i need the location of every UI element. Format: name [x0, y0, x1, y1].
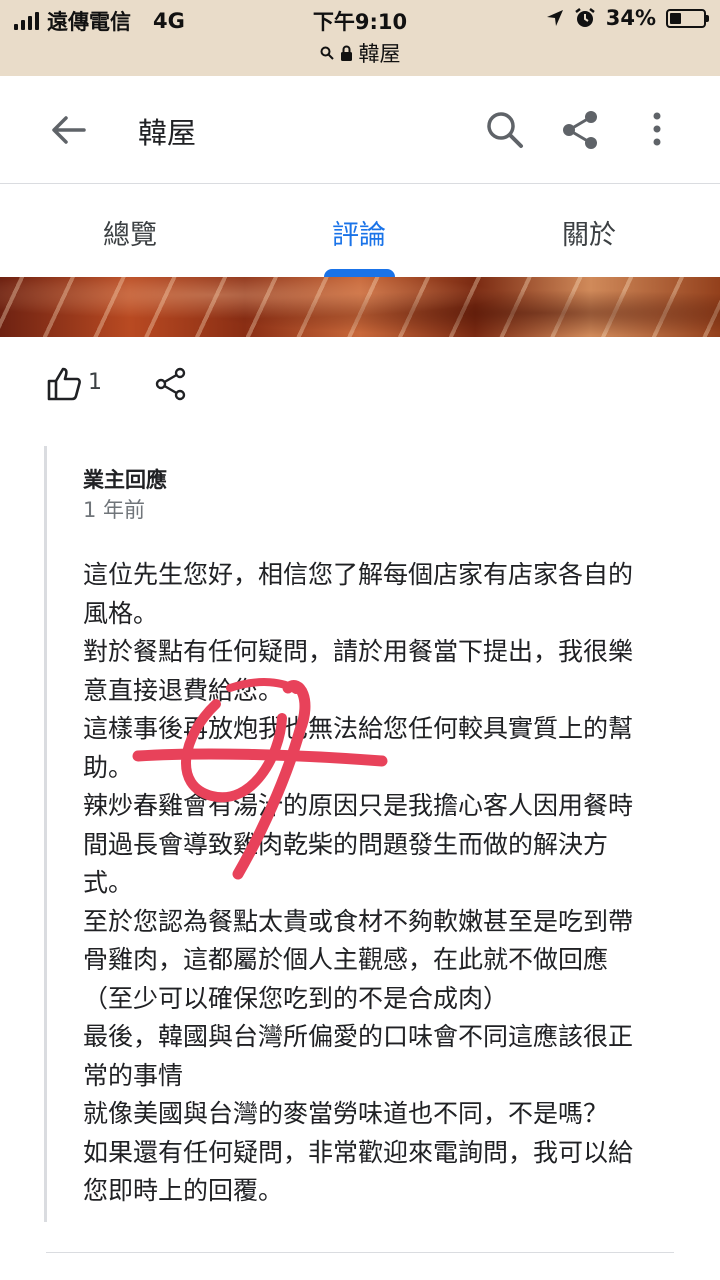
tab-overview[interactable]: 總覽	[103, 213, 157, 252]
response-line: 助。	[83, 752, 134, 782]
lock-icon	[340, 45, 352, 61]
response-line: 最後，韓國與台灣所偏愛的口味會不同這應該很正	[83, 1022, 634, 1051]
response-line: 就像美國與台灣的麥當勞味道也不同，不是嗎？	[83, 1099, 609, 1128]
response-line: 骨雞肉，這都屬於個人主觀感，在此就不做回應	[83, 945, 609, 974]
divider	[46, 1252, 674, 1253]
location-icon	[546, 10, 563, 26]
owner-response-text: 這位先生您好，相信您了解每個店家有店家各自的 風格。 對於餐點有任何疑問，請於用…	[83, 556, 683, 1211]
review-photo[interactable]	[0, 277, 720, 337]
alarm-icon	[574, 8, 595, 27]
response-line: 這位先生您好，相信您了解每個店家有店家各自的	[83, 560, 634, 589]
like-count: 1	[88, 370, 102, 395]
response-line: 辣炒春雞會有湯汁的原因只是我擔心客人因用餐時	[83, 791, 634, 820]
tab-about[interactable]: 關於	[562, 213, 616, 252]
status-bar: 遠傳電信 4G 下午9:10 34% 韓屋	[0, 0, 720, 76]
owner-response-time: 1 年前	[83, 498, 146, 522]
response-line: 至於您認為餐點太貴或食材不夠軟嫩甚至是吃到帶	[83, 906, 634, 936]
owner-response-heading: 業主回應	[83, 468, 167, 492]
tab-reviews[interactable]: 評論	[332, 213, 386, 252]
response-line: 間過長會導致雞肉乾柴的問題發生而做的解決方	[83, 829, 609, 859]
response-line: 式。	[83, 868, 134, 897]
page-title: 韓屋	[138, 116, 197, 150]
url-bar[interactable]: 韓屋	[0, 38, 720, 68]
active-tab-indicator	[324, 269, 395, 277]
share-icon[interactable]	[559, 108, 603, 152]
response-line: 您即時上的回覆。	[83, 1176, 284, 1205]
response-line: 對於餐點有任何疑問，請於用餐當下提出，我很樂	[83, 637, 634, 666]
search-icon	[320, 46, 334, 60]
response-line: 意直接退費給您。	[83, 675, 284, 705]
response-line: 常的事情	[83, 1060, 184, 1090]
response-line: 風格。	[83, 598, 159, 628]
share-review-icon[interactable]	[154, 367, 188, 401]
response-line: 如果還有任何疑問，非常歡迎來電詢問，我可以給	[83, 1137, 634, 1167]
more-options-icon[interactable]	[635, 108, 679, 152]
app-bar: 韓屋	[0, 76, 720, 184]
thumbs-up-icon[interactable]	[46, 366, 82, 402]
owner-response: 業主回應 1 年前 這位先生您好，相信您了解每個店家有店家各自的 風格。 對於餐…	[44, 446, 684, 1222]
back-arrow-icon[interactable]	[48, 110, 88, 150]
battery-percent: 34%	[605, 6, 656, 30]
search-icon[interactable]	[483, 108, 527, 152]
tab-bar: 總覽 評論 關於	[0, 185, 720, 277]
response-line: （至少可以確保您吃到的不是合成肉）	[83, 983, 509, 1013]
url-text: 韓屋	[358, 42, 401, 66]
response-line: 這樣事後再放炮我也無法給您任何較具實質上的幫	[83, 714, 634, 743]
battery-icon	[666, 8, 709, 28]
